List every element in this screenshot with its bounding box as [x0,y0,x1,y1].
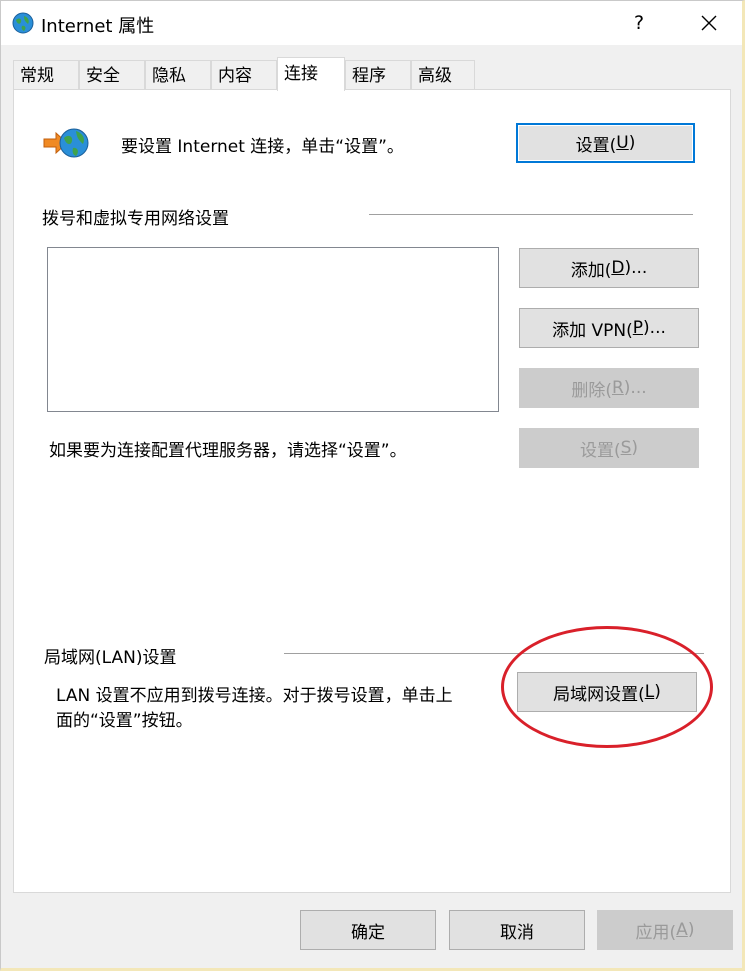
window-title: Internet 属性 [41,16,155,37]
close-icon [701,15,717,31]
connections-list[interactable] [47,247,499,412]
remove-button[interactable]: 删除(R)... [519,368,699,408]
tab-advanced[interactable]: 高级 [411,60,475,90]
tab-connections[interactable]: 连接 [277,57,345,91]
lan-text-line1: LAN 设置不应用到拨号连接。对于拨号设置，单击上 [56,686,453,706]
ok-button[interactable]: 确定 [300,910,436,950]
connect-wizard-icon [42,126,92,160]
apply-button[interactable]: 应用(A) [597,910,733,950]
tab-privacy[interactable]: 隐私 [145,60,211,90]
close-button[interactable] [693,9,725,37]
add-vpn-button[interactable]: 添加 VPN(P)... [519,308,699,348]
title-bar: Internet 属性 ? [1,1,742,45]
internet-globe-icon [11,11,35,35]
setup-instruction: 要设置 Internet 连接，单击“设置”。 [121,137,404,157]
lan-settings-button[interactable]: 局域网设置(L) [517,672,697,712]
lan-text-line2: 面的“设置”按钮。 [56,711,193,731]
lan-divider [284,653,704,654]
tab-content[interactable]: 内容 [211,60,277,90]
tab-security[interactable]: 安全 [79,60,145,90]
tab-strip: 常规 安全 隐私 内容 连接 程序 高级 [13,57,733,91]
proxy-instruction: 如果要为连接配置代理服务器，请选择“设置”。 [49,441,407,461]
add-button[interactable]: 添加(D)... [519,248,699,288]
help-button[interactable]: ? [627,9,651,37]
setup-button[interactable]: 设置(U) [516,123,695,163]
tab-general[interactable]: 常规 [13,60,79,90]
cancel-button[interactable]: 取消 [449,910,585,950]
connection-settings-button[interactable]: 设置(S) [519,428,699,468]
internet-properties-dialog: Internet 属性 ? 常规 安全 隐私 内容 连接 程序 高级 要设置 I… [0,0,745,971]
lan-heading: 局域网(LAN)设置 [44,648,177,668]
dialup-heading: 拨号和虚拟专用网络设置 [42,209,229,229]
dialup-divider [369,214,693,215]
tab-programs[interactable]: 程序 [345,60,411,90]
connections-panel: 要设置 Internet 连接，单击“设置”。 设置(U) 拨号和虚拟专用网络设… [13,89,731,893]
